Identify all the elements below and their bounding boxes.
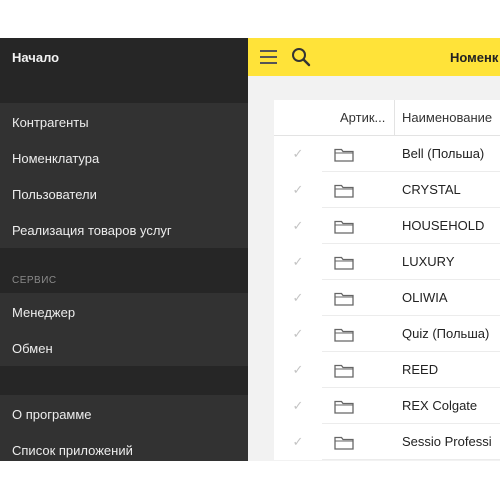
table-body: ✓ Bell (Польша) ✓ CRYSTAL ✓ HOUSEHOLD ✓ LUXURY ✓…	[274, 136, 500, 460]
drawer-group-main: Контрагенты Номенклатура Пользователи Ре…	[0, 103, 248, 248]
row-cell: Sessio Professi	[322, 424, 500, 460]
row-name: REED	[402, 362, 439, 377]
drawer-group-about: О программе Список приложений	[0, 395, 248, 461]
drawer-item-about[interactable]: О программе	[12, 407, 92, 422]
row-check[interactable]: ✓	[274, 208, 322, 244]
table-row[interactable]: ✓ CRYSTAL	[274, 172, 500, 208]
column-header-name[interactable]: Наименование	[396, 100, 500, 136]
row-cell: Bell (Польша)	[322, 136, 500, 172]
row-cell: OLIWIA	[322, 280, 500, 316]
drawer-header[interactable]: Начало	[0, 38, 248, 76]
folder-icon	[334, 328, 354, 342]
row-name: HOUSEHOLD	[402, 218, 485, 233]
row-cell: Quiz (Польша)	[322, 316, 500, 352]
table-row[interactable]: ✓ Quiz (Польша)	[274, 316, 500, 352]
row-name: Quiz (Польша)	[402, 326, 490, 341]
row-check[interactable]: ✓	[274, 424, 322, 460]
table-row[interactable]: ✓ Sessio Professi	[274, 424, 500, 460]
row-check[interactable]: ✓	[274, 136, 322, 172]
row-cell: REED	[322, 352, 500, 388]
row-cell: HOUSEHOLD	[322, 208, 500, 244]
row-name: OLIWIA	[402, 290, 448, 305]
drawer-item-nomenclature[interactable]: Номенклатура	[12, 151, 99, 166]
row-name: CRYSTAL	[402, 182, 461, 197]
navigation-drawer: Начало Контрагенты Номенклатура Пользова…	[0, 38, 248, 461]
folder-icon	[334, 220, 354, 234]
row-cell: CRYSTAL	[322, 172, 500, 208]
row-name: LUXURY	[402, 254, 455, 269]
section-header-service: СЕРВИС	[0, 248, 248, 293]
drawer-item-users[interactable]: Пользователи	[12, 187, 97, 202]
folder-icon	[334, 148, 354, 162]
drawer-header-title: Начало	[12, 50, 60, 65]
drawer-item-manager[interactable]: Менеджер	[12, 305, 75, 320]
column-header-article[interactable]: Артик...	[324, 100, 395, 136]
row-check[interactable]: ✓	[274, 316, 322, 352]
row-check[interactable]: ✓	[274, 280, 322, 316]
divider	[0, 76, 248, 103]
section-label-service: СЕРВИС	[12, 275, 57, 286]
row-cell: LUXURY	[322, 244, 500, 280]
folder-icon	[334, 184, 354, 198]
folder-icon	[334, 436, 354, 450]
row-check[interactable]: ✓	[274, 172, 322, 208]
divider	[0, 366, 248, 395]
table-header: Артик... Наименование	[274, 100, 500, 136]
row-name: Bell (Польша)	[402, 146, 485, 161]
row-cell: REX Colgate	[322, 388, 500, 424]
toolbar: Номенк	[248, 38, 500, 76]
hamburger-icon[interactable]	[260, 49, 277, 65]
table-row[interactable]: ✓ OLIWIA	[274, 280, 500, 316]
table-row[interactable]: ✓ REX Colgate	[274, 388, 500, 424]
table-row[interactable]: ✓ LUXURY	[274, 244, 500, 280]
drawer-item-sales[interactable]: Реализация товаров услуг	[12, 223, 172, 238]
toolbar-title: Номенк	[450, 50, 499, 65]
row-name: REX Colgate	[402, 398, 478, 413]
search-icon[interactable]	[290, 46, 312, 68]
nomenclature-table: Артик... Наименование ✓ Bell (Польша) ✓ CRY…	[274, 100, 500, 460]
row-check[interactable]: ✓	[274, 352, 322, 388]
row-name: Sessio Professi	[402, 434, 492, 449]
row-check[interactable]: ✓	[274, 244, 322, 280]
drawer-item-contractors[interactable]: Контрагенты	[12, 115, 89, 130]
folder-icon	[334, 292, 354, 306]
table-row[interactable]: ✓ Bell (Польша)	[274, 136, 500, 172]
drawer-group-service: Менеджер Обмен	[0, 293, 248, 366]
table-row[interactable]: ✓ REED	[274, 352, 500, 388]
row-check[interactable]: ✓	[274, 388, 322, 424]
main-panel: Номенк Артик... Наименование ✓ Bell (Поль…	[248, 38, 500, 461]
folder-icon	[334, 400, 354, 414]
folder-icon	[334, 256, 354, 270]
drawer-item-exchange[interactable]: Обмен	[12, 341, 53, 356]
table-row[interactable]: ✓ HOUSEHOLD	[274, 208, 500, 244]
folder-icon	[334, 364, 354, 378]
drawer-item-app-list[interactable]: Список приложений	[12, 443, 133, 458]
